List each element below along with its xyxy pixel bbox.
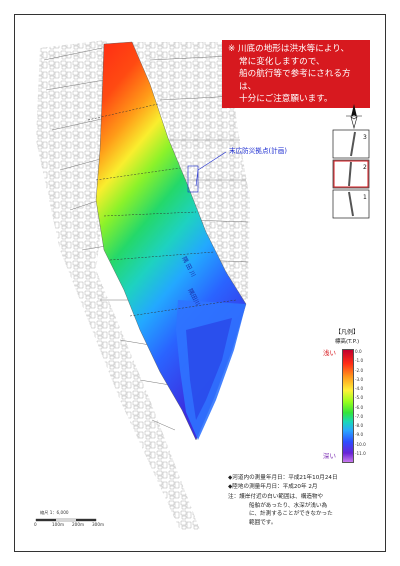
scale-mark: 200m xyxy=(72,522,85,527)
legend-tick: 0.0 xyxy=(355,349,362,354)
legend-tick: -1.0 xyxy=(355,358,364,364)
land-survey-date: ◆陸地の測量年月日：平成20年 2月 xyxy=(228,484,318,490)
revetment-note: 注：護岸付近の白い範囲は、構造物や 船舶があったり、水深が浅い為 に、計測するこ… xyxy=(228,493,363,527)
legend-tick: -9.0 xyxy=(355,432,364,438)
legend-shallow-label: 浅い xyxy=(323,349,336,357)
disaster-base-label: 末広防災拠点(計画) xyxy=(229,147,287,155)
legend-tick: -3.0 xyxy=(355,376,364,382)
index-map-icon: 3 2 1 xyxy=(332,129,370,219)
scale-bar: 縮尺 1：6,000 0 100m 200m 300m xyxy=(30,510,110,528)
note-line-3: に、計測することができなかった xyxy=(249,511,333,517)
notice-line-2: 常に変化しますので、 xyxy=(239,56,325,67)
keymap-section-2: 2 xyxy=(363,164,367,171)
legend-deep-label: 深い xyxy=(323,452,336,460)
keymap-section-3: 3 xyxy=(363,134,367,141)
scale-mark: 300m xyxy=(92,522,105,527)
caution-notice: ※ 川底の地形は洪水等により、 常に変化しますので、 船の航行等で参考にされる方… xyxy=(222,40,370,108)
note-line-1: 注：護岸付近の白い範囲は、構造物や xyxy=(228,494,324,500)
legend-tick: -11.0 xyxy=(355,450,366,456)
legend-title: 【凡例】 xyxy=(334,329,359,336)
scale-mark: 0 xyxy=(34,522,37,527)
note-line-4: 範囲です。 xyxy=(249,519,277,526)
elevation-legend: 【凡例】 標高(T.P.) 浅い 0.0 -1.0 -2.0 -3.0 -4.0… xyxy=(318,327,376,465)
legend-tick: -8.0 xyxy=(355,423,364,428)
note-line-2: 船舶があったり、水深が浅い為 xyxy=(249,502,328,509)
scale-mark: 100m xyxy=(52,522,65,527)
legend-tick: -6.0 xyxy=(355,404,364,410)
legend-tick: -4.0 xyxy=(355,386,364,391)
scale-label: 縮尺 1：6,000 xyxy=(40,510,69,515)
legend-tick: -7.0 xyxy=(355,413,364,419)
legend-tick: -5.0 xyxy=(355,395,364,401)
legend-tick: -10.0 xyxy=(355,441,366,447)
survey-dates: ◆河道内の測量年月日：平成21年10月24日 ◆陸地の測量年月日：平成20年 2… xyxy=(228,474,338,492)
legend-unit: 標高(T.P.) xyxy=(334,339,360,345)
keymap-section-1: 1 xyxy=(363,194,367,201)
legend-ticks: 0.0 -1.0 -2.0 -3.0 -4.0 -5.0 -6.0 -7.0 -… xyxy=(355,347,375,458)
legend-color-bar xyxy=(342,349,354,463)
river-survey-date: ◆河道内の測量年月日：平成21年10月24日 xyxy=(228,475,338,481)
legend-tick: -2.0 xyxy=(355,367,364,373)
north-arrow-icon xyxy=(346,104,362,129)
notice-line-3: 船の航行等で参考にされる方は、 xyxy=(239,69,351,92)
notice-line-1: ※ 川底の地形は洪水等により、 xyxy=(228,44,350,54)
